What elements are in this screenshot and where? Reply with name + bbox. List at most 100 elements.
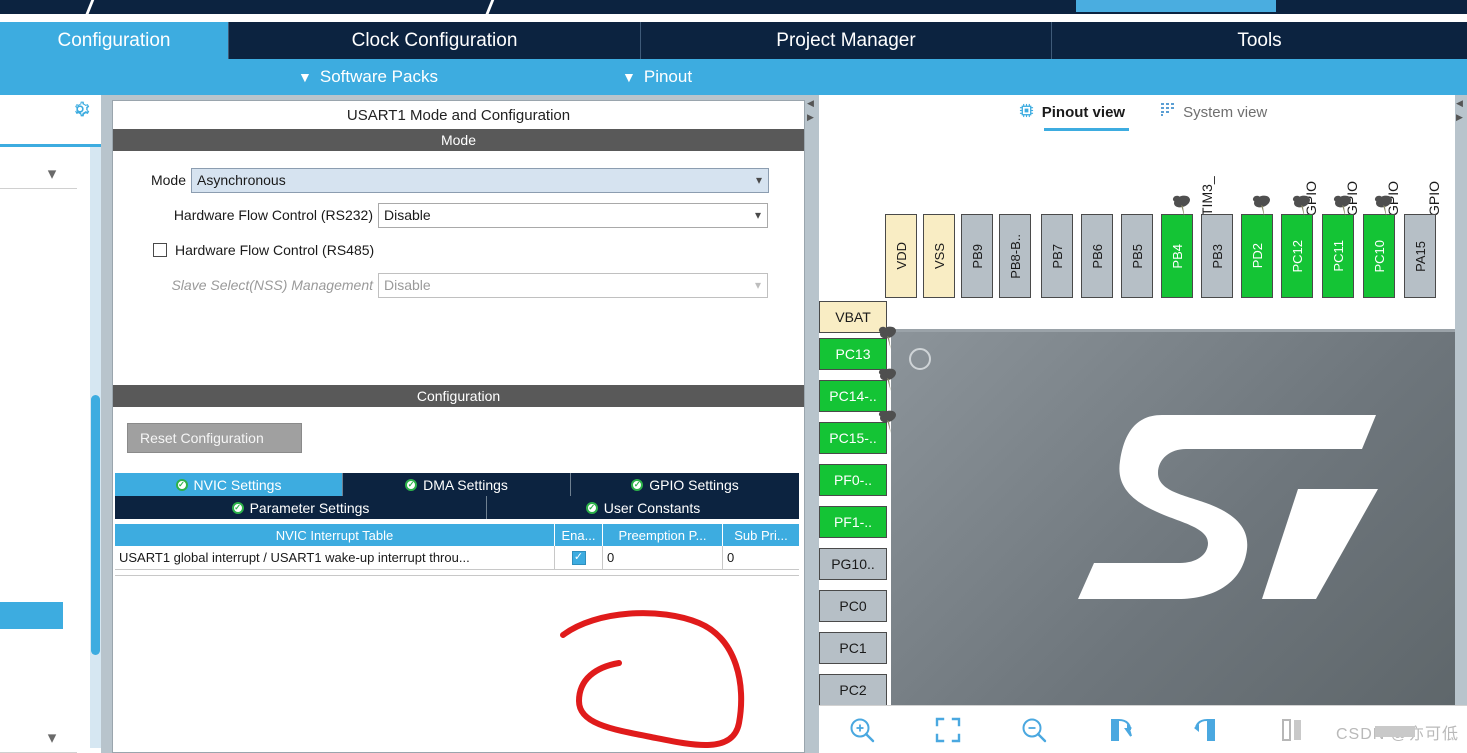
configuration-panel-inner: USART1 Mode and Configuration Mode Mode …	[112, 100, 805, 753]
pin-pc11[interactable]: PC11	[1322, 214, 1354, 298]
tab-configuration-label: Configuration	[57, 29, 171, 51]
pushpin-icon	[1252, 195, 1270, 218]
tab-configuration[interactable]: Configuration	[0, 22, 228, 59]
check-circle-icon: ✓	[231, 501, 244, 514]
nvic-interrupt-table: NVIC Interrupt Table Ena... Preemption P…	[115, 524, 799, 570]
pin-pf0[interactable]: PF0-..	[819, 464, 887, 496]
title-bar-gap	[0, 14, 1467, 22]
configuration-section-body: Reset Configuration ✓ NVIC Settings ✓ DM…	[113, 423, 804, 576]
pin-pb9[interactable]: PB9	[961, 214, 993, 298]
tab-user-constants[interactable]: ✓ User Constants	[487, 496, 799, 519]
sidebar-item-usart1[interactable]	[0, 602, 63, 629]
left-sidebar: ▾ ▾	[0, 95, 101, 753]
gear-icon[interactable]	[69, 98, 91, 120]
pin-label: PC11	[1330, 240, 1346, 272]
pushpin-icon	[1292, 195, 1310, 218]
tab-pinout-view-label: Pinout view	[1041, 103, 1126, 121]
mode-section-body: Mode Asynchronous ▾ Hardware Flow Contro…	[113, 151, 804, 385]
column-header-sub-priority[interactable]: Sub Pri...	[723, 524, 799, 546]
table-row[interactable]: USART1 global interrupt / USART1 wake-up…	[115, 546, 799, 570]
pin-vss[interactable]: VSS	[923, 214, 955, 298]
column-header-interrupt-table[interactable]: NVIC Interrupt Table	[115, 524, 555, 546]
pin-label: PC0	[839, 598, 867, 614]
cell-preemption-priority[interactable]: 0	[603, 546, 723, 570]
window-title-bar	[0, 0, 1467, 18]
pin-label: PC10	[1371, 239, 1387, 273]
chevron-down-icon: ▾	[754, 278, 761, 292]
pinout-toolbar: CSDN @亦可低	[819, 705, 1467, 753]
tab-dma-settings[interactable]: ✓ DMA Settings	[343, 473, 571, 496]
tab-project-manager[interactable]: Project Manager	[640, 22, 1051, 59]
tab-parameter-settings[interactable]: ✓ Parameter Settings	[115, 496, 487, 519]
tab-clock-configuration[interactable]: Clock Configuration	[228, 22, 640, 59]
pin-pc0[interactable]: PC0	[819, 590, 887, 622]
pinout-scrollbar[interactable]: ◀ ▶	[1455, 95, 1467, 753]
sidebar-active-underline	[0, 144, 101, 147]
rotate-left-button[interactable]	[1163, 706, 1249, 753]
column-header-preemption-priority[interactable]: Preemption P...	[603, 524, 723, 546]
scroll-down-arrow-icon[interactable]: ▶	[1456, 112, 1463, 123]
reset-configuration-button[interactable]: Reset Configuration	[127, 423, 302, 453]
tab-tools-label: Tools	[1237, 29, 1282, 51]
flip-button[interactable]	[1249, 706, 1335, 753]
pin-pb5[interactable]: PB5	[1121, 214, 1153, 298]
chip-diagram[interactable]: TIM3_ GPIO GPIO GPIO GPIO VDD VSS PB9 PB…	[819, 129, 1467, 753]
pin-pc1[interactable]: PC1	[819, 632, 887, 664]
hw-flow-rs485-checkbox[interactable]	[153, 243, 167, 257]
pin-pa15[interactable]: PA15	[1404, 214, 1436, 298]
pin-vdd[interactable]: VDD	[885, 214, 917, 298]
pin-pc2[interactable]: PC2	[819, 674, 887, 706]
mode-section-header: Mode	[113, 129, 804, 151]
panel-title: USART1 Mode and Configuration	[113, 101, 804, 129]
fit-to-screen-button[interactable]	[905, 706, 991, 753]
zoom-out-button[interactable]	[991, 706, 1077, 753]
panel-splitter[interactable]: ◀ ▶	[805, 95, 819, 753]
pin-pc12[interactable]: PC12	[1281, 214, 1313, 298]
sidebar-collapse-chevron-bottom[interactable]: ▾	[40, 728, 64, 747]
pin-pb4[interactable]: PB4	[1161, 214, 1193, 298]
field-hw-flow-rs485-label: Hardware Flow Control (RS485)	[175, 242, 375, 258]
flip-icon	[1282, 718, 1301, 741]
menu-software-packs[interactable]: ▼ Software Packs	[298, 59, 438, 95]
tab-pinout-view[interactable]: Pinout view	[1019, 103, 1130, 131]
pin-pb3[interactable]: PB3	[1201, 214, 1233, 298]
scroll-up-arrow-icon[interactable]: ◀	[1456, 98, 1463, 109]
pin-pb8[interactable]: PB8-B..	[999, 214, 1031, 298]
tab-tools[interactable]: Tools	[1051, 22, 1467, 59]
pin-pc10[interactable]: PC10	[1363, 214, 1395, 298]
zoom-in-icon	[850, 718, 875, 742]
enabled-checkbox[interactable]: ✓	[571, 550, 586, 565]
cell-enabled[interactable]: ✓	[555, 546, 603, 570]
check-circle-icon: ✓	[631, 478, 644, 491]
pin-pb7[interactable]: PB7	[1041, 214, 1073, 298]
tab-system-view[interactable]: System view	[1161, 103, 1267, 121]
pin-pb6[interactable]: PB6	[1081, 214, 1113, 298]
menu-pinout[interactable]: ▼ Pinout	[622, 59, 692, 95]
mode-select[interactable]: Asynchronous ▾	[191, 167, 769, 193]
tab-gpio-settings[interactable]: ✓ GPIO Settings	[571, 473, 799, 496]
collapse-left-arrow-icon[interactable]: ◀	[807, 98, 814, 109]
signal-label-tim3: TIM3_	[1199, 176, 1215, 216]
field-mode: Mode Asynchronous ▾	[113, 165, 804, 195]
pin-pg10[interactable]: PG10..	[819, 548, 887, 580]
tab-nvic-settings[interactable]: ✓ NVIC Settings	[115, 473, 343, 496]
rotate-right-button[interactable]	[1077, 706, 1163, 753]
sidebar-scrollbar-thumb[interactable]	[91, 395, 100, 655]
pin-label: VBAT	[835, 309, 871, 325]
column-header-enabled[interactable]: Ena...	[555, 524, 603, 546]
rotate-right-icon	[1111, 718, 1132, 741]
expand-right-arrow-icon[interactable]: ▶	[807, 112, 814, 123]
hw-flow-rs232-select[interactable]: Disable ▾	[378, 202, 768, 228]
sidebar-collapse-chevron-top[interactable]: ▾	[40, 164, 64, 183]
pin-pf1[interactable]: PF1-..	[819, 506, 887, 538]
chip-body[interactable]	[891, 329, 1467, 739]
nss-management-value: Disable	[384, 277, 431, 293]
field-hw-flow-rs485[interactable]: Hardware Flow Control (RS485)	[113, 235, 804, 265]
pushpin-icon	[1333, 195, 1351, 218]
hw-flow-rs232-value: Disable	[384, 207, 431, 223]
zoom-in-button[interactable]	[819, 706, 905, 753]
cell-sub-priority[interactable]: 0	[723, 546, 799, 570]
pin-pd2[interactable]: PD2	[1241, 214, 1273, 298]
pushpin-icon	[878, 368, 896, 391]
tab-parameter-settings-label: Parameter Settings	[249, 499, 370, 516]
